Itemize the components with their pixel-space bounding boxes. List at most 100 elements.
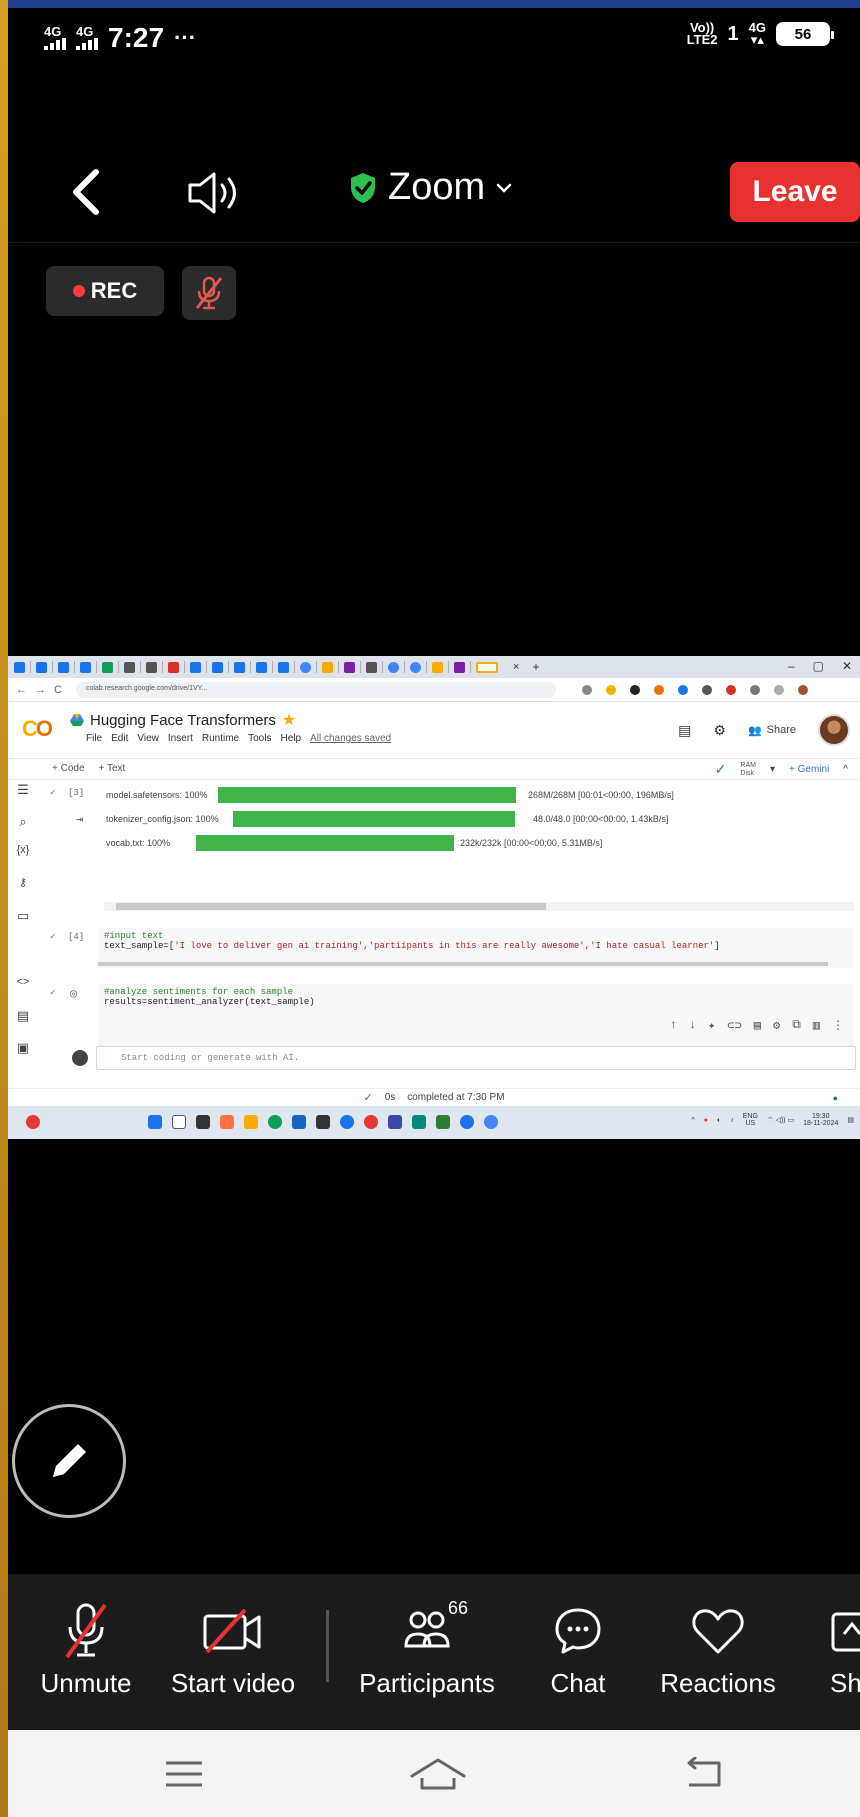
home-button[interactable] (408, 1752, 468, 1796)
code-snippets-icon[interactable]: <> (14, 976, 32, 994)
download-row-vocab: vocab.txt: 100% 232k/232k [00:00<00:00, … (106, 834, 602, 852)
taskbar-app2-icon[interactable] (340, 1115, 354, 1129)
taskbar-app-icon[interactable] (220, 1115, 234, 1129)
taskbar-app3-icon[interactable] (412, 1115, 426, 1129)
chat-button[interactable]: Chat (528, 1594, 628, 1699)
menu-lines-icon (166, 1761, 202, 1787)
menu-insert[interactable]: Insert (168, 733, 193, 744)
progress-bar-model (218, 787, 516, 803)
resource-monitor[interactable]: RAM Disk (740, 762, 756, 778)
move-down-icon[interactable]: ↓ (689, 1018, 696, 1033)
start-video-button[interactable]: Start video (158, 1594, 308, 1699)
teams-icon[interactable] (388, 1115, 402, 1129)
add-text-button[interactable]: + Text (99, 763, 126, 774)
windows-taskbar: ^ ● ◐ ♪ ENG US ⌔ ◁)) ▭ 19:30 18-11-2024 ▤ (8, 1106, 860, 1139)
browser-extension-icons[interactable] (581, 684, 808, 695)
cell4-run-status[interactable]: ✓ (50, 932, 55, 942)
search-icon[interactable]: ⌕ (14, 814, 32, 832)
completed-status[interactable]: completed at 7:30 PM (407, 1092, 504, 1103)
weather-widget-icon[interactable] (26, 1115, 40, 1129)
recent-apps-button[interactable] (154, 1752, 214, 1796)
taskbar-search-icon[interactable] (172, 1115, 186, 1129)
browser-tab-strip: × + – ▢ ✕ (8, 656, 860, 678)
mirror-cell-icon[interactable]: ⧉ (792, 1018, 801, 1033)
move-up-icon[interactable]: ↑ (670, 1018, 677, 1033)
store-icon[interactable] (292, 1115, 306, 1129)
delete-icon[interactable]: ▥ (813, 1018, 820, 1033)
heart-icon (692, 1609, 744, 1654)
cell3-run-status[interactable]: ✓ (50, 788, 55, 798)
menu-edit[interactable]: Edit (111, 733, 128, 744)
colab-sidebar: ☰ ⌕ {x} ⚷ ▭ <> ▤ ▣ (8, 780, 38, 1070)
table-of-contents-icon[interactable]: ☰ (14, 782, 32, 800)
task-view-icon[interactable] (196, 1115, 210, 1129)
google-drive-icon (70, 714, 84, 726)
meeting-title-dropdown[interactable]: Zoom (348, 166, 513, 209)
download-row-model: model.safetensors: 100% 268M/268M [00:01… (106, 786, 674, 804)
variables-icon[interactable]: {x} (14, 844, 32, 862)
sparkle-icon[interactable]: ✦ (708, 1018, 715, 1033)
comment-icon[interactable]: ▤ (754, 1018, 761, 1033)
runtime-dropdown-icon[interactable]: ▾ (770, 764, 775, 775)
file-explorer-icon[interactable] (244, 1115, 258, 1129)
star-icon[interactable]: ★ (282, 710, 296, 730)
zoom-app-icon[interactable] (484, 1115, 498, 1129)
notebook-title[interactable]: Hugging Face Transformers (90, 712, 276, 729)
cell5-run-icon[interactable]: ◎ (70, 986, 77, 1001)
browser-nav-icons[interactable]: ←→C (16, 684, 70, 696)
reactions-button[interactable]: Reactions (648, 1594, 788, 1699)
taskbar-app4-icon[interactable] (436, 1115, 450, 1129)
edge-icon[interactable] (268, 1115, 282, 1129)
run-cell-icon[interactable] (72, 1050, 88, 1066)
menu-view[interactable]: View (137, 733, 159, 744)
colab-header: CO Hugging Face Transformers ★ File Edit… (8, 702, 860, 758)
chrome-profile-icon[interactable] (460, 1115, 474, 1129)
menu-runtime[interactable]: Runtime (202, 733, 239, 744)
files-folder-icon[interactable]: ▭ (14, 908, 32, 926)
menu-help[interactable]: Help (280, 733, 301, 744)
system-tray[interactable]: ^ ● ◐ ♪ ENG US ⌔ ◁)) ▭ 19:30 18-11-2024 ▤ (692, 1113, 855, 1127)
more-vert-icon[interactable]: ⋮ (832, 1018, 844, 1033)
speaker-button[interactable] (184, 170, 244, 216)
window-controls[interactable]: – ▢ ✕ (788, 659, 852, 673)
code-cell-analyze[interactable]: #analyze sentiments for each sample resu… (98, 984, 854, 1046)
colab-share-button[interactable]: 👥 Share (748, 724, 796, 737)
share-button[interactable]: Sh (830, 1594, 860, 1699)
command-palette-icon[interactable]: ▤ (14, 1008, 32, 1026)
colab-toolbar: + Code + Text ✓ RAM Disk ▾ + Gemini ^ (8, 758, 860, 780)
link-icon[interactable]: ⊂⊃ (727, 1018, 741, 1033)
dropbox-icon[interactable] (316, 1115, 330, 1129)
share-screen-icon (831, 1612, 860, 1652)
add-code-button[interactable]: + Code (52, 763, 85, 774)
gemini-button[interactable]: + Gemini (789, 764, 829, 775)
output-toggle-icon[interactable]: ⇥ (76, 812, 83, 827)
leave-button[interactable]: Leave (730, 162, 860, 222)
recording-badge[interactable]: REC (46, 266, 164, 316)
terminal-icon[interactable]: ▣ (14, 1040, 32, 1058)
avatar[interactable] (818, 714, 850, 746)
menu-tools[interactable]: Tools (248, 733, 271, 744)
phone-screen: 4G 4G 7:27 ··· Vo)) LTE2 1 4G ▾▴ 56 Zoom… (8, 8, 860, 1817)
windows-start-icon[interactable] (148, 1115, 162, 1129)
unmute-button[interactable]: Unmute (26, 1594, 146, 1699)
save-status[interactable]: All changes saved (310, 733, 391, 744)
menu-file[interactable]: File (86, 733, 102, 744)
settings-gear-icon[interactable]: ⚙ (713, 722, 726, 739)
secrets-key-icon[interactable]: ⚷ (14, 876, 32, 894)
participants-button[interactable]: 66 Participants (352, 1594, 502, 1699)
back-nav-button[interactable] (674, 1752, 734, 1796)
code-cell-input-text[interactable]: #input text text_sample=['I love to deli… (98, 928, 854, 968)
chevron-left-icon (73, 169, 99, 215)
microphone-off-icon (65, 1603, 107, 1659)
annotate-button[interactable] (12, 1404, 126, 1518)
cell-settings-icon[interactable]: ⚙ (773, 1018, 780, 1033)
output-horizontal-scrollbar[interactable] (104, 902, 854, 911)
back-button[interactable] (66, 166, 106, 218)
collapse-chevron-icon[interactable]: ^ (843, 764, 848, 775)
progress-bar-vocab (196, 835, 454, 851)
chrome-icon[interactable] (364, 1115, 378, 1129)
url-field[interactable]: colab.research.google.com/drive/1VY... (75, 681, 556, 698)
new-code-cell[interactable]: Start coding or generate with AI. (96, 1046, 856, 1070)
comments-icon[interactable]: ▤ (678, 722, 691, 739)
cell5-status[interactable]: ✓ (50, 988, 55, 998)
